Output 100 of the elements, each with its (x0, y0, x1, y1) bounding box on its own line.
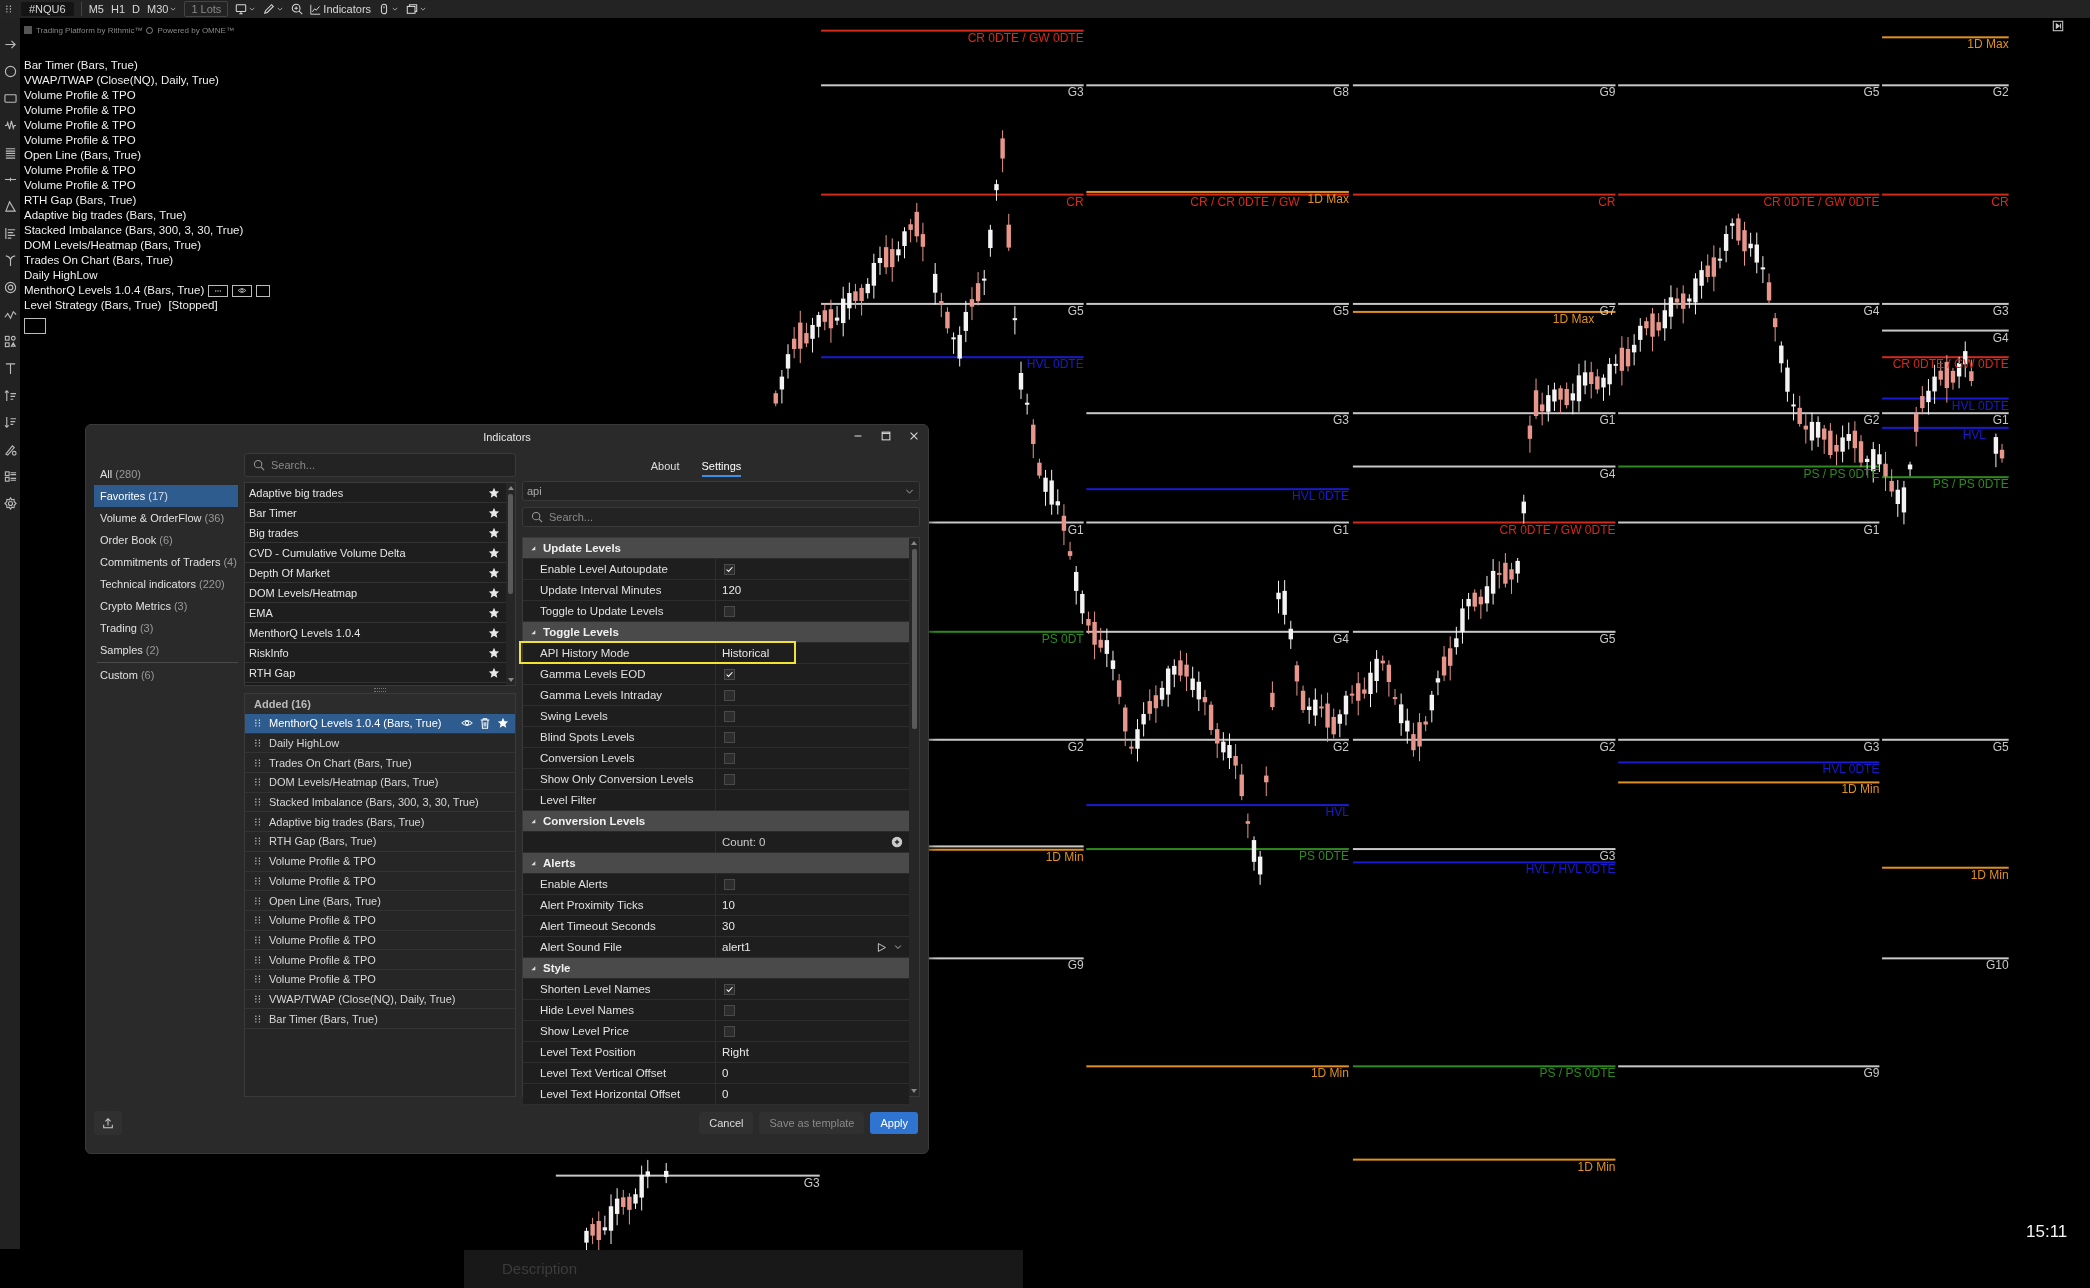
search-field[interactable]: Search... (244, 453, 516, 477)
added-indicator-item[interactable]: MenthorQ Levels 1.0.4 (Bars, True) (245, 714, 515, 734)
section-header[interactable]: Alerts (523, 853, 909, 874)
list-header: Added (16) (245, 694, 515, 714)
lots-field[interactable]: 1 Lots (184, 1, 229, 17)
setting-label: Blind Spots Levels (540, 731, 635, 743)
category-item[interactable]: Commitments of Traders (4) (94, 551, 238, 573)
dialog-title: Indicators (483, 431, 531, 443)
level-label: CR (1991, 196, 2009, 208)
indicator-legend-item[interactable]: Volume Profile & TPO (24, 88, 136, 103)
indicator-legend-item[interactable]: Volume Profile & TPO (24, 163, 136, 178)
setting-label: Level Text Position (540, 1046, 636, 1058)
level-label: HVL / HVL 0DTE (1525, 864, 1616, 876)
setting-label: Conversion Levels (540, 752, 635, 764)
level-label: G3 (1863, 741, 1880, 753)
timeframe-button[interactable]: H1 (110, 3, 126, 15)
preset-dropdown[interactable]: api (522, 481, 920, 501)
section-header[interactable]: Conversion Levels (523, 811, 909, 832)
level-label: G4 (1332, 633, 1349, 645)
indicator-legend-item[interactable]: Open Line (Bars, True) (24, 148, 141, 163)
indicator-legend-item[interactable]: MenthorQ Levels 1.0.4 (Bars, True) (24, 283, 205, 298)
category-item[interactable]: Favorites (17) (94, 485, 238, 507)
category-item[interactable]: Custom (6) (94, 664, 238, 686)
cancel-button[interactable]: Cancel (699, 1112, 754, 1134)
favorite-item[interactable]: CVD - Cumulative Volume Delta (245, 543, 506, 563)
indicator-legend-item[interactable]: Volume Profile & TPO (24, 133, 136, 148)
search-input[interactable]: Search... (271, 459, 471, 471)
section-header[interactable]: Toggle Levels (523, 622, 909, 643)
level-label: HVL 0DTE (1026, 359, 1084, 371)
category-item[interactable]: Trading (3) (94, 617, 238, 639)
category-item[interactable]: Volume & OrderFlow (36) (94, 507, 238, 529)
indicator-legend-item[interactable]: Daily HighLow (24, 268, 98, 283)
category-item[interactable]: Samples (2) (94, 639, 238, 661)
timeframe-button[interactable]: D (132, 3, 140, 15)
branding-text: Powered by OMNE™ (157, 25, 234, 35)
indicator-legend-item[interactable]: Trades On Chart (Bars, True) (24, 253, 174, 268)
setting-label: Level Text Vertical Offset (540, 1067, 667, 1079)
search-input[interactable]: Search... (549, 511, 749, 523)
setting-label: Alert Timeout Seconds (540, 920, 656, 932)
indicator-legend-item[interactable]: Volume Profile & TPO (24, 118, 136, 133)
search-field[interactable]: Search... (522, 507, 920, 527)
favorite-item[interactable]: EMA (245, 603, 506, 623)
category-item[interactable]: Technical indicators (220) (94, 573, 238, 595)
tab[interactable]: About (650, 457, 680, 477)
level-label: G4 (1992, 332, 2009, 344)
level-label: 1D Min (1310, 1068, 1349, 1080)
indicators-button[interactable]: Indicators (310, 3, 372, 15)
level-label: HVL 0DTE (1292, 491, 1349, 503)
level-label: 1D Min (1577, 1161, 1616, 1173)
value-field[interactable]: 120 (722, 580, 909, 600)
level-label: CR 0DTE / GW 0DTE (967, 32, 1084, 44)
indicator-legend-item[interactable]: Level Strategy (Bars, True) (24, 298, 162, 313)
indicator-legend-item[interactable]: Bar Timer (Bars, True) (24, 58, 138, 73)
symbol-selector[interactable]: #NQU6 (21, 2, 74, 16)
category-item[interactable]: All (280) (94, 463, 238, 485)
value-field[interactable]: Right (722, 1042, 909, 1062)
value-field[interactable]: 0 (722, 1063, 909, 1083)
level-label: CR (1066, 196, 1084, 208)
indicator-legend-item[interactable]: Volume Profile & TPO (24, 178, 136, 193)
value-field[interactable]: 0 (722, 1084, 909, 1104)
value-field[interactable]: Historical (722, 643, 909, 663)
indicator-legend-item[interactable]: Volume Profile & TPO (24, 103, 136, 118)
level-label: 1D Max (1307, 193, 1349, 205)
favorite-item[interactable]: Big trades (245, 523, 506, 543)
level-label: G3 (1599, 851, 1616, 863)
favorite-item[interactable]: Adaptive big trades (245, 483, 506, 503)
timeframe-button[interactable]: M30 (147, 3, 178, 15)
apply-button[interactable]: Apply (870, 1112, 918, 1134)
section-header[interactable]: Update Levels (523, 538, 909, 559)
level-label: G2 (1992, 87, 2009, 99)
timeframe-button[interactable]: M5 (88, 3, 104, 15)
favorite-item[interactable]: RiskInfo (245, 643, 506, 663)
indicator-legend-item[interactable]: Stacked Imbalance (Bars, 300, 3, 30, True) (24, 223, 244, 238)
level-label: G3 (1067, 87, 1084, 99)
section-header[interactable]: Style (523, 958, 909, 979)
favorite-item[interactable]: Depth Of Market (245, 563, 506, 583)
level-label: 1D Min (1045, 851, 1084, 863)
save-template-button[interactable]: Save as template (759, 1112, 865, 1134)
level-label: CR 0DTE / GW 0DTE (1763, 196, 1880, 208)
tab[interactable]: Settings (701, 457, 742, 477)
favorite-item[interactable]: Bar Timer (245, 503, 506, 523)
branding-text: Trading Platform by Rithmic™ (36, 25, 143, 35)
value-field[interactable]: 10 (722, 895, 909, 915)
favorite-item[interactable]: RTH Gap (245, 663, 506, 683)
setting-label: Toggle to Update Levels (540, 605, 664, 617)
indicator-legend-item[interactable]: VWAP/TWAP (Close(NQ), Daily, True) (24, 73, 219, 88)
favorite-item[interactable]: MenthorQ Levels 1.0.4 (245, 623, 506, 643)
setting-label: Enable Alerts (540, 878, 608, 890)
level-label: HVL 0DTE (1951, 400, 2009, 412)
category-item[interactable]: Order Book (6) (94, 529, 238, 551)
indicator-legend-item[interactable]: RTH Gap (Bars, True) (24, 193, 137, 208)
category-item[interactable]: Crypto Metrics (3) (94, 595, 238, 617)
count-text: Count: 0 (722, 836, 766, 848)
value-field[interactable]: 30 (722, 916, 909, 936)
indicator-legend-item[interactable]: DOM Levels/Heatmap (Bars, True) (24, 238, 202, 253)
setting-label: Gamma Levels Intraday (540, 689, 663, 701)
level-label: G5 (1992, 741, 2009, 753)
favorite-item[interactable]: DOM Levels/Heatmap (245, 583, 506, 603)
sound-dropdown[interactable]: alert1 (722, 937, 909, 957)
indicator-legend-item[interactable]: Adaptive big trades (Bars, True) (24, 208, 187, 223)
